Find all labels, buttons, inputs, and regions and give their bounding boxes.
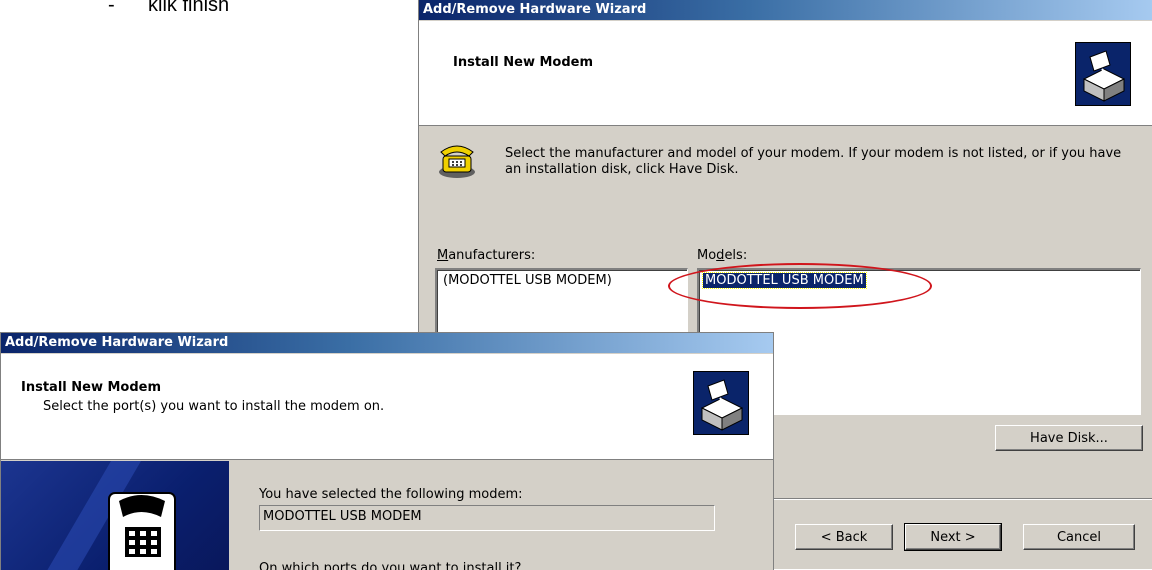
cancel-button[interactable]: Cancel <box>1023 524 1135 550</box>
header-subtitle: Select the port(s) you want to install t… <box>43 399 385 414</box>
modem-port-wizard-window: Add/Remove Hardware Wizard Install New M… <box>0 332 774 570</box>
instructions-text: Select the manufacturer and model of you… <box>505 146 1122 177</box>
have-disk-button[interactable]: Have Disk... <box>995 425 1143 451</box>
selected-modem-field: MODOTTEL USB MODEM <box>259 505 715 531</box>
telephone-modem-icon <box>1 461 229 570</box>
header-title: Install New Modem <box>21 380 162 395</box>
back-button[interactable]: < Back <box>795 524 893 550</box>
next-button[interactable]: Next > <box>904 523 1002 551</box>
manufacturer-item[interactable]: (MODOTTEL USB MODEM) <box>441 273 614 288</box>
title-bar[interactable]: Add/Remove Hardware Wizard <box>1 333 773 353</box>
selected-modem-label: You have selected the following modem: <box>259 487 523 502</box>
document-bullet: - klik finish <box>108 0 229 17</box>
header-title: Install New Modem <box>453 55 594 70</box>
hardware-wizard-icon <box>693 371 749 435</box>
manufacturers-label: Manufacturers: <box>437 248 536 263</box>
title-bar[interactable]: Add/Remove Hardware Wizard <box>419 0 1152 20</box>
bullet-dash: - <box>108 0 115 16</box>
wizard-header: Install New Modem Select the port(s) you… <box>1 354 773 460</box>
telephone-modem-icon <box>437 138 477 180</box>
model-item-selected[interactable]: MODOTTEL USB MODEM <box>702 272 867 289</box>
wizard-header: Install New Modem <box>419 21 1152 126</box>
models-label: Models: <box>697 248 748 263</box>
manufacturers-label-rest: anufacturers: <box>448 248 536 263</box>
hardware-wizard-icon <box>1075 42 1131 106</box>
bullet-text: klik finish <box>148 0 230 16</box>
